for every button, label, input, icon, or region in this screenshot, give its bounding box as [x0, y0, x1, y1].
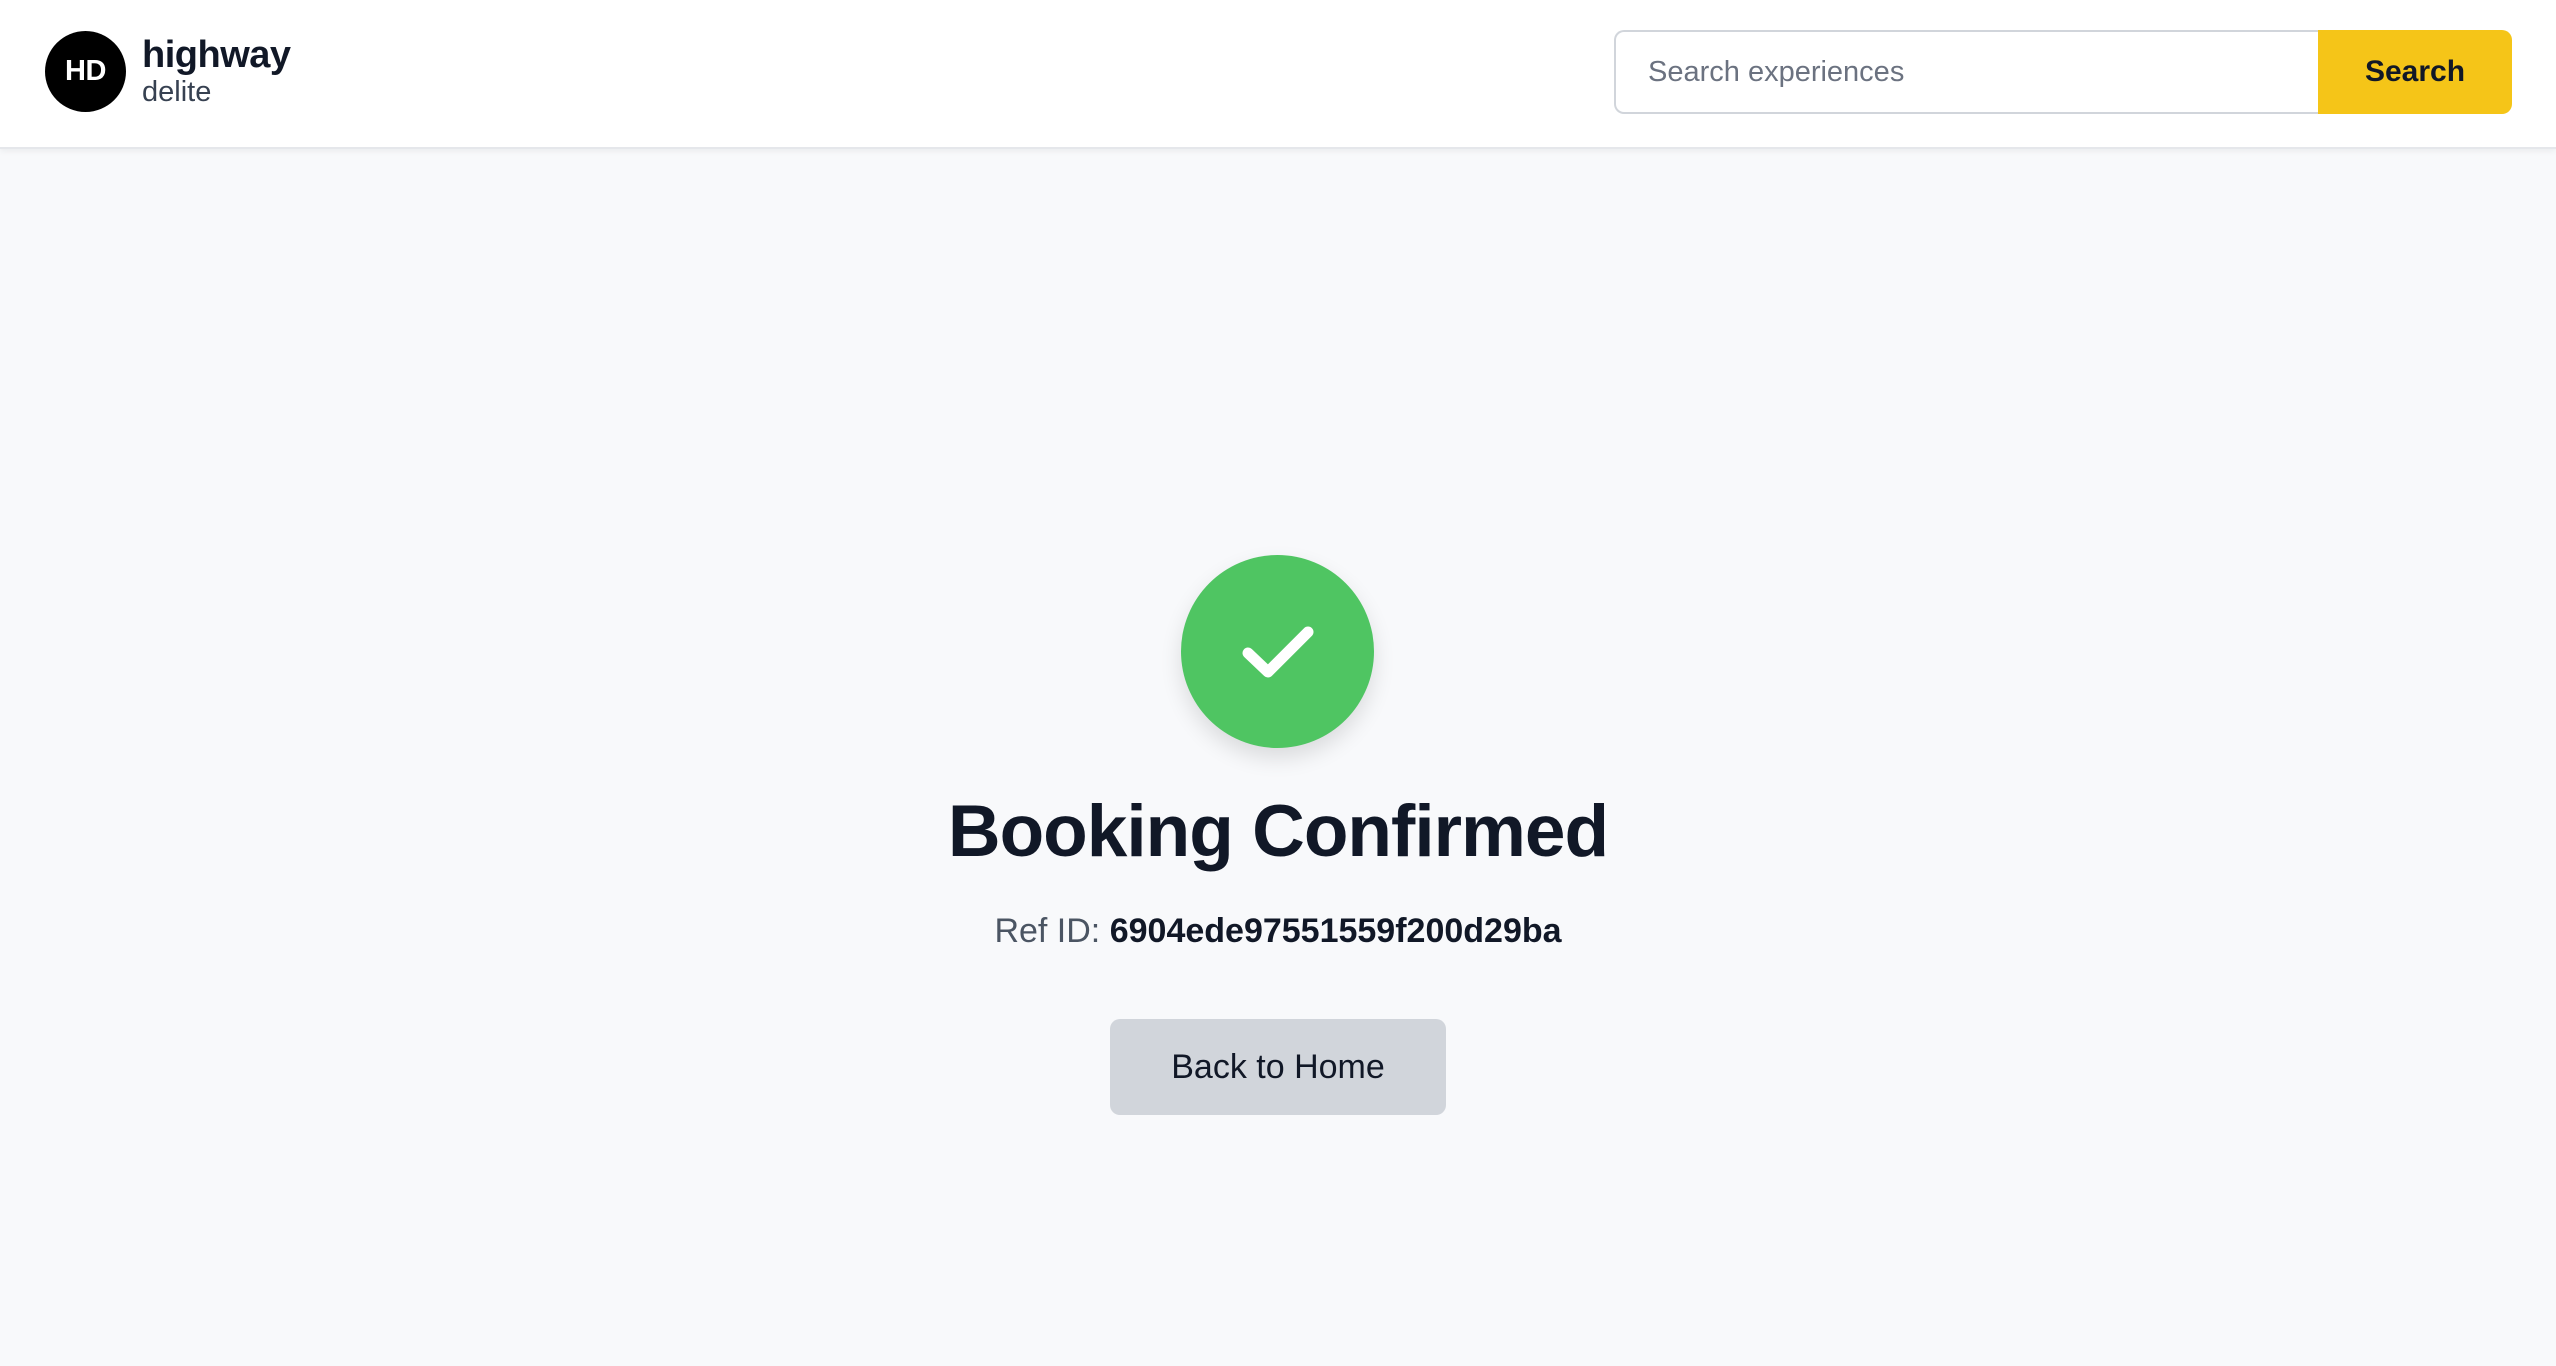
search-input[interactable] — [1614, 30, 2318, 114]
search-bar: Search — [1614, 30, 2512, 114]
main-content: Booking Confirmed Ref ID: 6904ede9755155… — [0, 150, 2556, 1366]
success-badge — [1181, 555, 1374, 748]
brand-logo[interactable]: HD highway delite — [45, 31, 291, 112]
search-button[interactable]: Search — [2318, 30, 2512, 114]
back-to-home-button[interactable]: Back to Home — [1110, 1019, 1446, 1115]
confirmation-title: Booking Confirmed — [947, 791, 1609, 872]
ref-id-value: 6904ede97551559f200d29ba — [1109, 912, 1562, 950]
logo-subtitle: delite — [142, 75, 212, 108]
top-header: HD highway delite Search — [0, 0, 2556, 149]
logo-title: highway — [142, 33, 291, 76]
checkmark-icon — [1242, 626, 1313, 677]
reference-id: Ref ID: 6904ede97551559f200d29ba — [0, 912, 2556, 951]
ref-id-label: Ref ID: — [994, 912, 1101, 950]
logo-text: highway delite — [142, 35, 291, 109]
logo-badge: HD — [45, 31, 126, 112]
